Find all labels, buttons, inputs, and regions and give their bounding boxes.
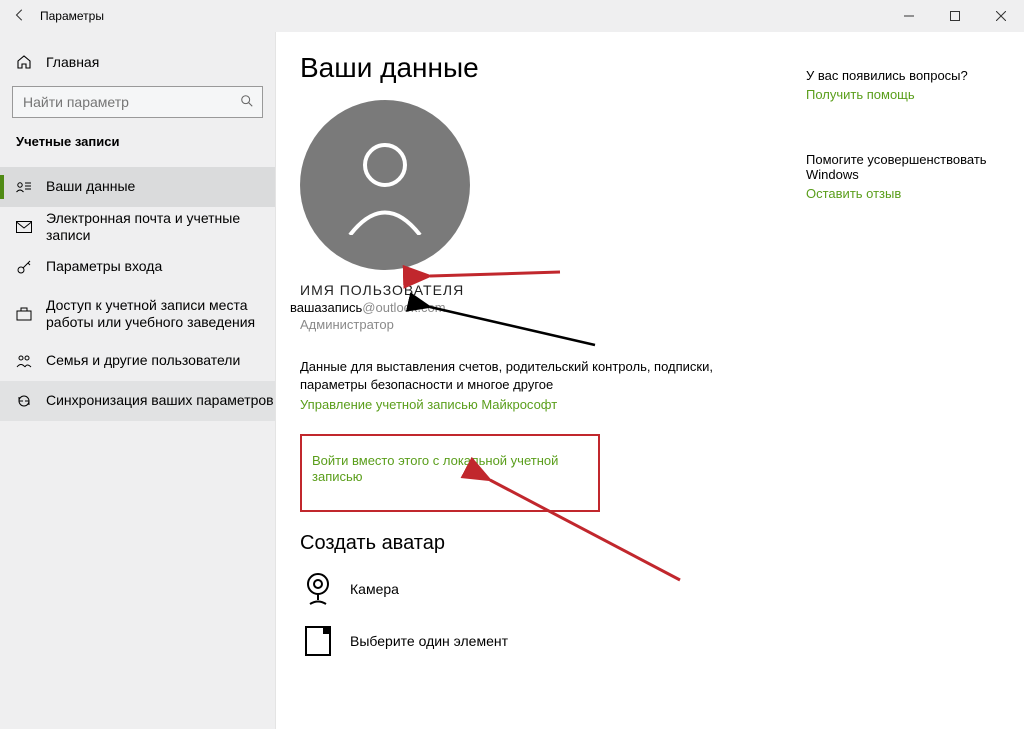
sidebar: Главная Учетные записи Ваши данные (0, 32, 276, 729)
key-icon (16, 259, 32, 275)
nav-label: Электронная почта и учетные записи (46, 210, 275, 245)
close-button[interactable] (978, 0, 1024, 32)
maximize-button[interactable] (932, 0, 978, 32)
get-help-link[interactable]: Получить помощь (806, 87, 996, 102)
feedback-link[interactable]: Оставить отзыв (806, 186, 996, 201)
account-description: Данные для выставления счетов, родительс… (300, 358, 720, 393)
camera-icon (300, 571, 336, 607)
nav-email-accounts[interactable]: Электронная почта и учетные записи (0, 207, 275, 247)
email-domain: @outlook.com (362, 300, 445, 315)
avatar (300, 100, 470, 270)
local-account-highlight: Войти вместо этого с локальной учетной з… (300, 434, 600, 512)
camera-label: Камера (350, 581, 399, 597)
titlebar: Параметры (0, 0, 1024, 32)
nav-sync[interactable]: Синхронизация ваших параметров (0, 381, 275, 421)
browse-label: Выберите один элемент (350, 633, 508, 649)
nav-your-info[interactable]: Ваши данные (0, 167, 275, 207)
back-button[interactable] (0, 8, 40, 25)
email-local: вашазапись (290, 300, 362, 315)
minimize-button[interactable] (886, 0, 932, 32)
search-input[interactable] (21, 93, 240, 111)
home-icon (16, 54, 32, 70)
role-text: Администратор (300, 317, 1024, 332)
browse-option[interactable]: Выберите один элемент (300, 623, 1024, 659)
nav-family[interactable]: Семья и другие пользователи (0, 341, 275, 381)
search-input-wrapper[interactable] (12, 86, 263, 118)
home-label: Главная (46, 54, 99, 70)
nav-label: Параметры входа (46, 258, 162, 276)
nav-signin-options[interactable]: Параметры входа (0, 247, 275, 287)
user-card-icon (16, 179, 32, 195)
sync-icon (16, 393, 32, 409)
local-login-link[interactable]: Войти вместо этого с локальной учетной з… (312, 453, 558, 484)
manage-account-link[interactable]: Управление учетной записью Майкрософт (300, 397, 1024, 412)
home-button[interactable]: Главная (0, 42, 275, 82)
email-text: вашазапись@outlook.com (290, 300, 1024, 315)
nav-label: Ваши данные (46, 178, 135, 196)
nav-label: Синхронизация ваших параметров (46, 392, 274, 410)
window-title: Параметры (40, 9, 104, 23)
camera-option[interactable]: Камера (300, 571, 1024, 607)
help-question-2: Помогите усовершенствовать Windows (806, 152, 996, 182)
nav-label: Доступ к учетной записи места работы или… (46, 297, 275, 332)
browse-icon (300, 623, 336, 659)
create-avatar-heading: Создать аватар (300, 532, 1024, 555)
mail-icon (16, 219, 32, 235)
nav-label: Семья и другие пользователи (46, 352, 240, 370)
section-title: Учетные записи (0, 128, 275, 157)
main-content: Ваши данные ИМЯ ПОЛЬЗОВАТЕЛЯ вашазапись@… (276, 32, 1024, 729)
help-question-1: У вас появились вопросы? (806, 68, 996, 83)
username-text: ИМЯ ПОЛЬЗОВАТЕЛЯ (300, 282, 1024, 298)
people-icon (16, 353, 32, 369)
briefcase-icon (16, 306, 32, 322)
user-silhouette-icon (340, 135, 430, 235)
search-icon (240, 94, 254, 111)
help-pane: У вас появились вопросы? Получить помощь… (806, 68, 996, 201)
nav-work-school[interactable]: Доступ к учетной записи места работы или… (0, 287, 275, 341)
